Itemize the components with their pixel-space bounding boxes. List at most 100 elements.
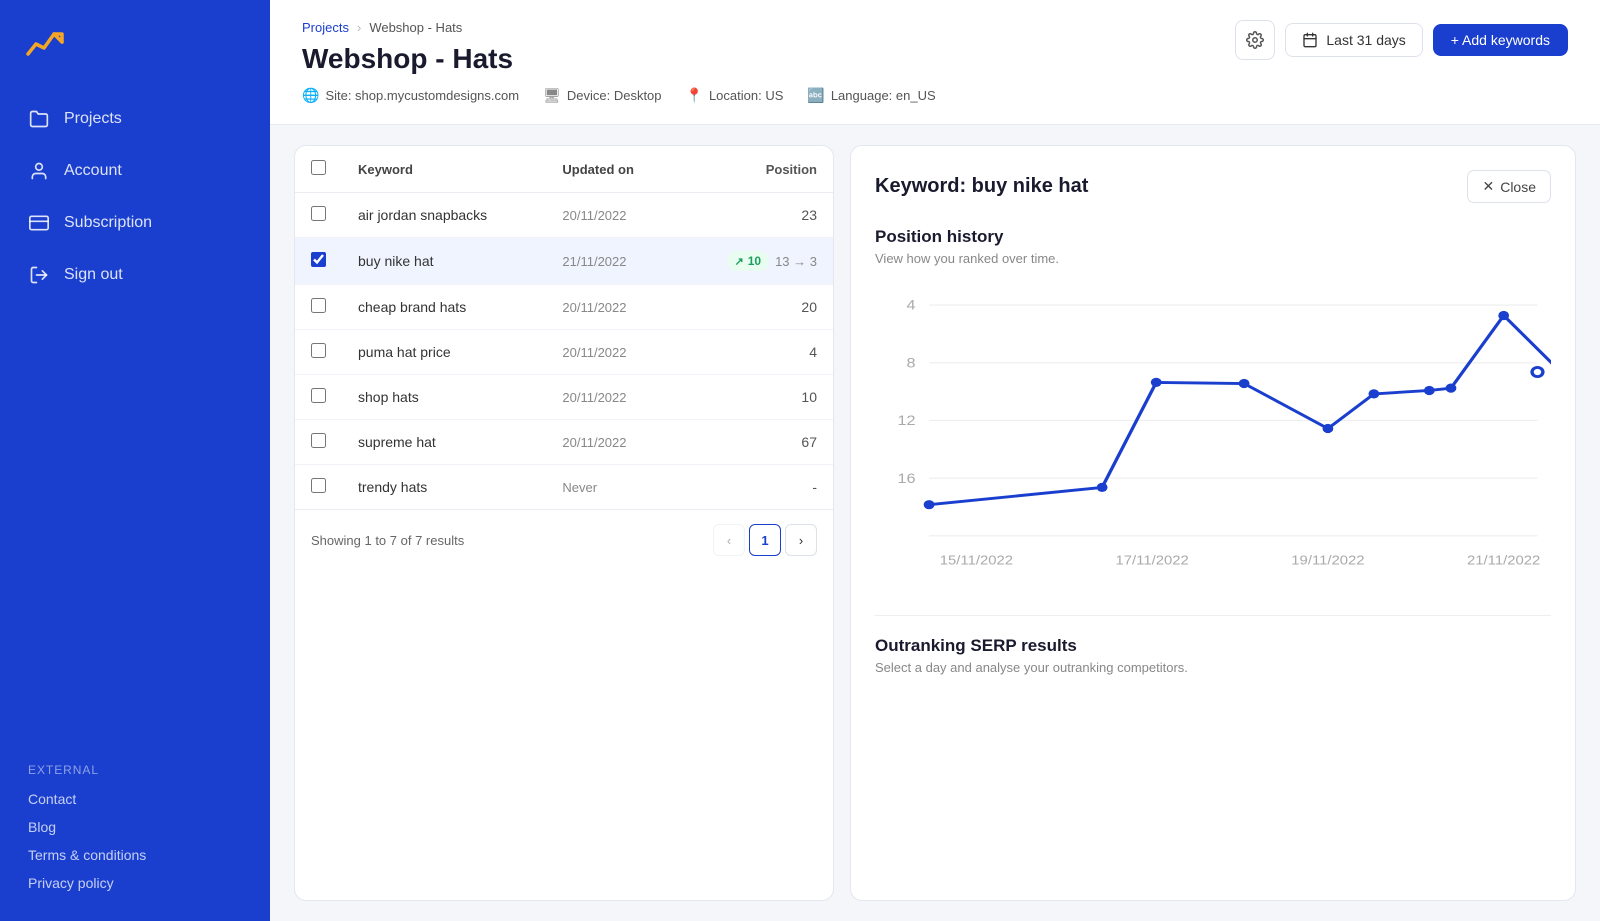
app-logo <box>24 22 68 66</box>
pagination: ‹ 1 › <box>713 524 817 556</box>
signout-icon <box>28 264 50 286</box>
sidebar: Projects Account Subscription <box>0 0 270 921</box>
row-checkbox[interactable] <box>311 252 326 267</box>
keyword-cell: supreme hat <box>342 420 546 465</box>
close-label: Close <box>1500 179 1536 195</box>
meta-site: 🌐 Site: shop.mycustomdesigns.com <box>302 87 519 104</box>
contact-link[interactable]: Contact <box>24 785 246 813</box>
sidebar-bottom: External Contact Blog Terms & conditions… <box>0 747 270 921</box>
table-row[interactable]: trendy hatsNever- <box>295 465 833 510</box>
updated-cell: 20/11/2022 <box>546 420 677 465</box>
add-keywords-button[interactable]: + Add keywords <box>1433 24 1568 56</box>
svg-text:4: 4 <box>907 298 916 314</box>
chart-section-title: Position history <box>875 227 1551 247</box>
page-1-button[interactable]: 1 <box>749 524 781 556</box>
header-actions: Last 31 days + Add keywords <box>1235 20 1568 60</box>
position-cell: 10 <box>678 375 833 420</box>
position-cell: 4 <box>678 330 833 375</box>
row-checkbox[interactable] <box>311 478 326 493</box>
position-cell: 20 <box>678 285 833 330</box>
table-row[interactable]: air jordan snapbacks20/11/202223 <box>295 193 833 238</box>
table-footer: Showing 1 to 7 of 7 results ‹ 1 › <box>295 509 833 570</box>
showing-text: Showing 1 to 7 of 7 results <box>311 533 464 548</box>
keyword-cell: trendy hats <box>342 465 546 510</box>
outranking-section: Outranking SERP results Select a day and… <box>875 615 1551 691</box>
detail-header: Keyword: buy nike hat ✕ Close <box>875 170 1551 203</box>
sidebar-item-label: Sign out <box>64 266 123 284</box>
meta-row: 🌐 Site: shop.mycustomdesigns.com 🖥 Devic… <box>302 87 1235 104</box>
settings-button[interactable] <box>1235 20 1275 60</box>
keyword-cell: cheap brand hats <box>342 285 546 330</box>
blog-link[interactable]: Blog <box>24 813 246 841</box>
nav-section: Projects Account Subscription <box>0 94 270 747</box>
updated-cell: 20/11/2022 <box>546 330 677 375</box>
svg-text:15/11/2022: 15/11/2022 <box>940 553 1013 568</box>
row-checkbox[interactable] <box>311 206 326 221</box>
row-checkbox[interactable] <box>311 433 326 448</box>
meta-location: 📍 Location: US <box>686 87 784 104</box>
sidebar-item-account[interactable]: Account <box>12 146 258 196</box>
sidebar-item-projects[interactable]: Projects <box>12 94 258 144</box>
updated-cell: 21/11/2022 <box>546 238 677 285</box>
globe-icon: 🌐 <box>302 87 319 104</box>
keywords-table-panel: Keyword Updated on Position air jordan s… <box>294 145 834 901</box>
content-area: Keyword Updated on Position air jordan s… <box>270 125 1600 921</box>
breadcrumb-parent[interactable]: Projects <box>302 20 349 35</box>
detail-title: Keyword: buy nike hat <box>875 175 1088 198</box>
row-checkbox[interactable] <box>311 388 326 403</box>
page-title: Webshop - Hats <box>302 43 1235 75</box>
svg-text:8: 8 <box>907 355 916 371</box>
page-header: Projects › Webshop - Hats Webshop - Hats… <box>270 0 1600 125</box>
keyword-col-header: Keyword <box>342 146 546 193</box>
detail-panel: Keyword: buy nike hat ✕ Close Position h… <box>850 145 1576 901</box>
user-icon <box>28 160 50 182</box>
position-chart: 4 8 12 16 15/11/2022 17/11/2022 19/11/20… <box>875 282 1551 582</box>
table-row[interactable]: cheap brand hats20/11/202220 <box>295 285 833 330</box>
meta-language: 🔤 Language: en_US <box>807 87 935 104</box>
chart-area: 4 8 12 16 15/11/2022 17/11/2022 19/11/20… <box>875 282 1551 587</box>
position-cell: 67 <box>678 420 833 465</box>
svg-text:16: 16 <box>898 471 916 487</box>
location-icon: 📍 <box>686 87 703 104</box>
updated-cell: 20/11/2022 <box>546 285 677 330</box>
keywords-table: Keyword Updated on Position air jordan s… <box>295 146 833 509</box>
sidebar-item-label: Subscription <box>64 214 152 232</box>
outranking-subtitle: Select a day and analyse your outranking… <box>875 660 1551 675</box>
terms-link[interactable]: Terms & conditions <box>24 841 246 869</box>
sidebar-item-subscription[interactable]: Subscription <box>12 198 258 248</box>
privacy-link[interactable]: Privacy policy <box>24 869 246 897</box>
breadcrumb-current: Webshop - Hats <box>369 20 462 35</box>
table-row[interactable]: shop hats20/11/202210 <box>295 375 833 420</box>
sidebar-item-label: Account <box>64 162 122 180</box>
calendar-icon <box>1302 32 1318 48</box>
position-cell: - <box>678 465 833 510</box>
close-x-icon: ✕ <box>1482 178 1494 195</box>
prev-page-button[interactable]: ‹ <box>713 524 745 556</box>
close-button[interactable]: ✕ Close <box>1467 170 1551 203</box>
date-range-button[interactable]: Last 31 days <box>1285 23 1422 57</box>
position-cell: 23 <box>678 193 833 238</box>
keyword-cell: air jordan snapbacks <box>342 193 546 238</box>
table-row[interactable]: buy nike hat21/11/2022↗ 1013 → 3 <box>295 238 833 285</box>
breadcrumb: Projects › Webshop - Hats <box>302 20 1235 35</box>
keyword-cell: buy nike hat <box>342 238 546 285</box>
select-all-checkbox[interactable] <box>311 160 326 175</box>
sidebar-item-label: Projects <box>64 110 122 128</box>
updated-col-header: Updated on <box>546 146 677 193</box>
table-row[interactable]: supreme hat20/11/202267 <box>295 420 833 465</box>
row-checkbox[interactable] <box>311 298 326 313</box>
row-checkbox[interactable] <box>311 343 326 358</box>
date-range-label: Last 31 days <box>1326 32 1405 48</box>
monitor-icon: 🖥 <box>543 87 561 104</box>
position-cell: ↗ 1013 → 3 <box>678 238 833 285</box>
position-change-text: 13 → 3 <box>775 254 817 269</box>
sidebar-logo <box>0 0 270 94</box>
sidebar-item-signout[interactable]: Sign out <box>12 250 258 300</box>
next-page-button[interactable]: › <box>785 524 817 556</box>
updated-cell: 20/11/2022 <box>546 193 677 238</box>
svg-text:17/11/2022: 17/11/2022 <box>1116 553 1189 568</box>
meta-device: 🖥 Device: Desktop <box>543 87 661 104</box>
folder-icon <box>28 108 50 130</box>
table-row[interactable]: puma hat price20/11/20224 <box>295 330 833 375</box>
chart-section-subtitle: View how you ranked over time. <box>875 251 1551 266</box>
